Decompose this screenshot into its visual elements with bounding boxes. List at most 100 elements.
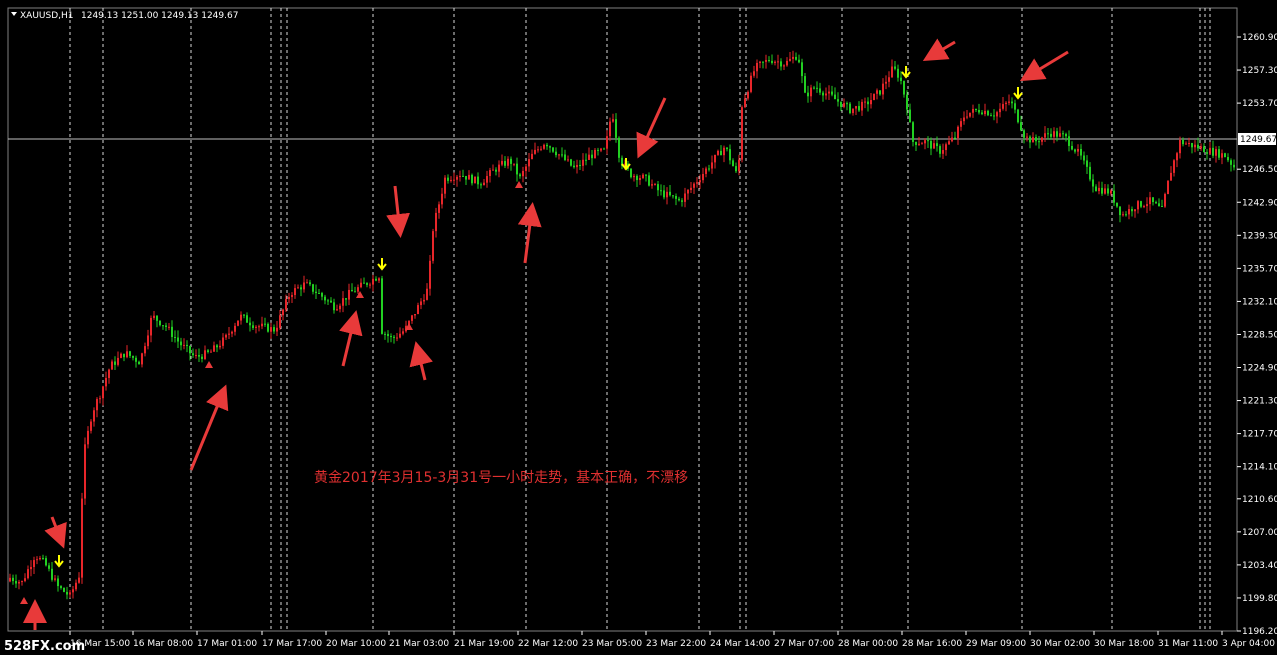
candle-body xyxy=(546,144,548,147)
candle-body xyxy=(804,76,806,93)
candle-body xyxy=(216,345,218,348)
candle-body xyxy=(1047,133,1049,135)
candle-body xyxy=(156,315,158,321)
y-tick-label: 1228.50 xyxy=(1242,330,1277,340)
candle-body xyxy=(519,174,521,177)
candle-body xyxy=(171,326,173,337)
candle-body xyxy=(1125,214,1127,216)
candle-body xyxy=(642,174,644,179)
candle-body xyxy=(369,284,371,286)
candle-body xyxy=(855,106,857,109)
candle-body xyxy=(612,119,614,122)
candle-body xyxy=(420,301,422,306)
candle-body xyxy=(330,300,332,303)
candle-body xyxy=(885,81,887,84)
candle-body xyxy=(357,287,359,292)
candle-body xyxy=(120,353,122,358)
candle-body xyxy=(141,353,143,365)
candle-body xyxy=(954,137,956,139)
candle-body xyxy=(879,90,881,95)
candle-body xyxy=(21,581,23,583)
candle-body xyxy=(690,187,692,190)
x-tick-label: 17 Mar 17:00 xyxy=(262,639,322,649)
candle-body xyxy=(636,175,638,181)
candle-body xyxy=(426,288,428,300)
candle-body xyxy=(540,148,542,150)
candle-body xyxy=(402,331,404,334)
candle-body xyxy=(1224,153,1226,158)
candle-body xyxy=(1143,206,1145,208)
candle-body xyxy=(813,87,815,89)
candle-body xyxy=(876,90,878,94)
candle-body xyxy=(525,166,527,171)
candle-body xyxy=(549,146,551,148)
candle-body xyxy=(1077,148,1079,152)
candle-body xyxy=(1221,153,1223,158)
candle-body xyxy=(1209,147,1211,154)
candle-body xyxy=(9,577,11,582)
candle-body xyxy=(78,577,80,583)
candle-body xyxy=(102,386,104,399)
candle-body xyxy=(1233,164,1235,168)
candle-body xyxy=(771,60,773,63)
candle-body xyxy=(1161,205,1163,207)
candle-body xyxy=(1176,153,1178,161)
candle-body xyxy=(567,159,569,161)
x-tick-label: 31 Mar 11:00 xyxy=(1158,639,1218,649)
candle-body xyxy=(468,174,470,180)
candle-body xyxy=(1020,122,1022,131)
candle-body xyxy=(153,315,155,318)
candle-body xyxy=(921,143,923,145)
candle-body xyxy=(198,355,200,357)
candle-body xyxy=(864,101,866,103)
candle-body xyxy=(1182,139,1184,145)
candle-body xyxy=(741,107,743,160)
candle-body xyxy=(276,327,278,332)
candle-body xyxy=(969,112,971,117)
candle-body xyxy=(762,61,764,63)
candle-body xyxy=(1089,166,1091,180)
candle-body xyxy=(786,60,788,66)
candle-body xyxy=(978,110,980,113)
candle-body xyxy=(144,346,146,354)
candle-body xyxy=(846,103,848,105)
candle-body xyxy=(948,141,950,145)
candle-body xyxy=(1035,137,1037,142)
candle-body xyxy=(552,147,554,152)
candle-body xyxy=(213,345,215,352)
candle-body xyxy=(1107,188,1109,194)
candle-body xyxy=(714,154,716,163)
candle-body xyxy=(39,557,41,560)
x-tick-label: 30 Mar 02:00 xyxy=(1030,639,1090,649)
candle-body xyxy=(801,62,803,77)
candle-body xyxy=(423,299,425,302)
candle-body xyxy=(789,58,791,61)
candle-body xyxy=(15,581,17,584)
candle-body xyxy=(195,355,197,357)
y-tick-label: 1214.10 xyxy=(1242,463,1277,473)
candle-body xyxy=(909,109,911,123)
candle-body xyxy=(744,98,746,108)
candle-body xyxy=(543,144,545,149)
current-price-label: 1249.67 xyxy=(1240,135,1277,145)
candle-body xyxy=(918,143,920,145)
candle-body xyxy=(615,119,617,138)
candle-body xyxy=(441,193,443,205)
candle-body xyxy=(780,61,782,67)
candle-body xyxy=(417,305,419,314)
candle-body xyxy=(456,176,458,180)
candle-body xyxy=(1185,143,1187,145)
candle-body xyxy=(1104,188,1106,194)
candle-body xyxy=(630,168,632,178)
candle-body xyxy=(603,148,605,150)
candle-body xyxy=(348,289,350,300)
y-tick-label: 1196.20 xyxy=(1242,627,1277,637)
candle-body xyxy=(582,159,584,166)
candle-body xyxy=(660,190,662,192)
candle-body xyxy=(513,163,515,165)
candle-body xyxy=(639,178,641,181)
candle-body xyxy=(729,149,731,161)
candle-body xyxy=(231,331,233,334)
candle-body xyxy=(858,106,860,111)
candle-body xyxy=(48,565,50,569)
